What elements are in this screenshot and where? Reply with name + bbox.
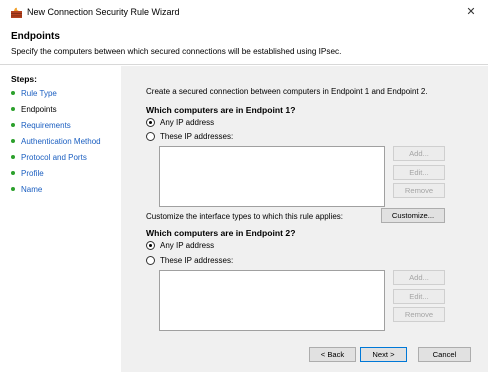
- close-icon: ✕: [466, 6, 476, 18]
- endpoint1-these-radio[interactable]: [146, 132, 155, 141]
- sidebar-item-label: Protocol and Ports: [21, 153, 87, 162]
- endpoint1-any-label[interactable]: Any IP address: [160, 118, 214, 127]
- steps-label: Steps:: [11, 74, 37, 84]
- sidebar-item-requirements[interactable]: Requirements: [11, 121, 71, 130]
- sidebar-item-endpoints[interactable]: Endpoints: [11, 105, 57, 114]
- sidebar-item-label: Authentication Method: [21, 137, 101, 146]
- sidebar-item-label: Rule Type: [21, 89, 57, 98]
- intro-text: Create a secured connection between comp…: [146, 87, 428, 96]
- endpoint1-add-button[interactable]: Add...: [393, 146, 445, 161]
- sidebar-item-profile[interactable]: Profile: [11, 169, 44, 178]
- cancel-button[interactable]: Cancel: [418, 347, 471, 362]
- sidebar-item-authentication-method[interactable]: Authentication Method: [11, 137, 101, 146]
- endpoint2-heading: Which computers are in Endpoint 2?: [146, 228, 296, 238]
- page-title: Endpoints: [11, 31, 60, 42]
- firewall-icon: [11, 7, 22, 18]
- endpoint2-edit-button[interactable]: Edit...: [393, 289, 445, 304]
- back-button[interactable]: < Back: [309, 347, 356, 362]
- endpoint2-ip-list[interactable]: [159, 270, 385, 331]
- step-bullet-icon: [11, 122, 15, 127]
- title-bar: New Connection Security Rule Wizard ✕: [0, 0, 488, 24]
- sidebar-item-label: Endpoints: [21, 105, 57, 114]
- endpoint1-edit-button[interactable]: Edit...: [393, 165, 445, 180]
- page-description: Specify the computers between which secu…: [11, 47, 342, 56]
- sidebar-item-rule-type[interactable]: Rule Type: [11, 89, 57, 98]
- endpoint1-these-label[interactable]: These IP addresses:: [160, 132, 233, 141]
- step-bullet-icon: [11, 170, 15, 175]
- endpoint2-these-label[interactable]: These IP addresses:: [160, 256, 233, 265]
- main-content: Create a secured connection between comp…: [121, 66, 488, 372]
- sidebar-item-label: Profile: [21, 169, 44, 178]
- step-bullet-icon: [11, 154, 15, 159]
- window-title: New Connection Security Rule Wizard: [27, 7, 180, 17]
- endpoint1-ip-list[interactable]: [159, 146, 385, 207]
- customize-text: Customize the interface types to which t…: [146, 212, 343, 221]
- step-bullet-icon: [11, 90, 15, 95]
- page-header: Endpoints Specify the computers between …: [0, 24, 488, 65]
- next-button[interactable]: Next >: [360, 347, 407, 362]
- endpoint1-remove-button[interactable]: Remove: [393, 183, 445, 198]
- customize-button[interactable]: Customize...: [381, 208, 445, 223]
- step-bullet-icon: [11, 106, 15, 111]
- sidebar-item-protocol-and-ports[interactable]: Protocol and Ports: [11, 153, 87, 162]
- sidebar-item-name[interactable]: Name: [11, 185, 42, 194]
- step-bullet-icon: [11, 138, 15, 143]
- endpoint2-any-radio[interactable]: [146, 241, 155, 250]
- step-bullet-icon: [11, 186, 15, 191]
- steps-sidebar: Steps: Rule Type Endpoints Requirements …: [0, 66, 121, 372]
- endpoint1-any-radio[interactable]: [146, 118, 155, 127]
- close-button[interactable]: ✕: [454, 0, 488, 24]
- sidebar-item-label: Requirements: [21, 121, 71, 130]
- endpoint1-heading: Which computers are in Endpoint 1?: [146, 105, 296, 115]
- sidebar-item-label: Name: [21, 185, 43, 194]
- endpoint2-add-button[interactable]: Add...: [393, 270, 445, 285]
- endpoint2-remove-button[interactable]: Remove: [393, 307, 445, 322]
- endpoint2-these-radio[interactable]: [146, 256, 155, 265]
- endpoint2-any-label[interactable]: Any IP address: [160, 241, 214, 250]
